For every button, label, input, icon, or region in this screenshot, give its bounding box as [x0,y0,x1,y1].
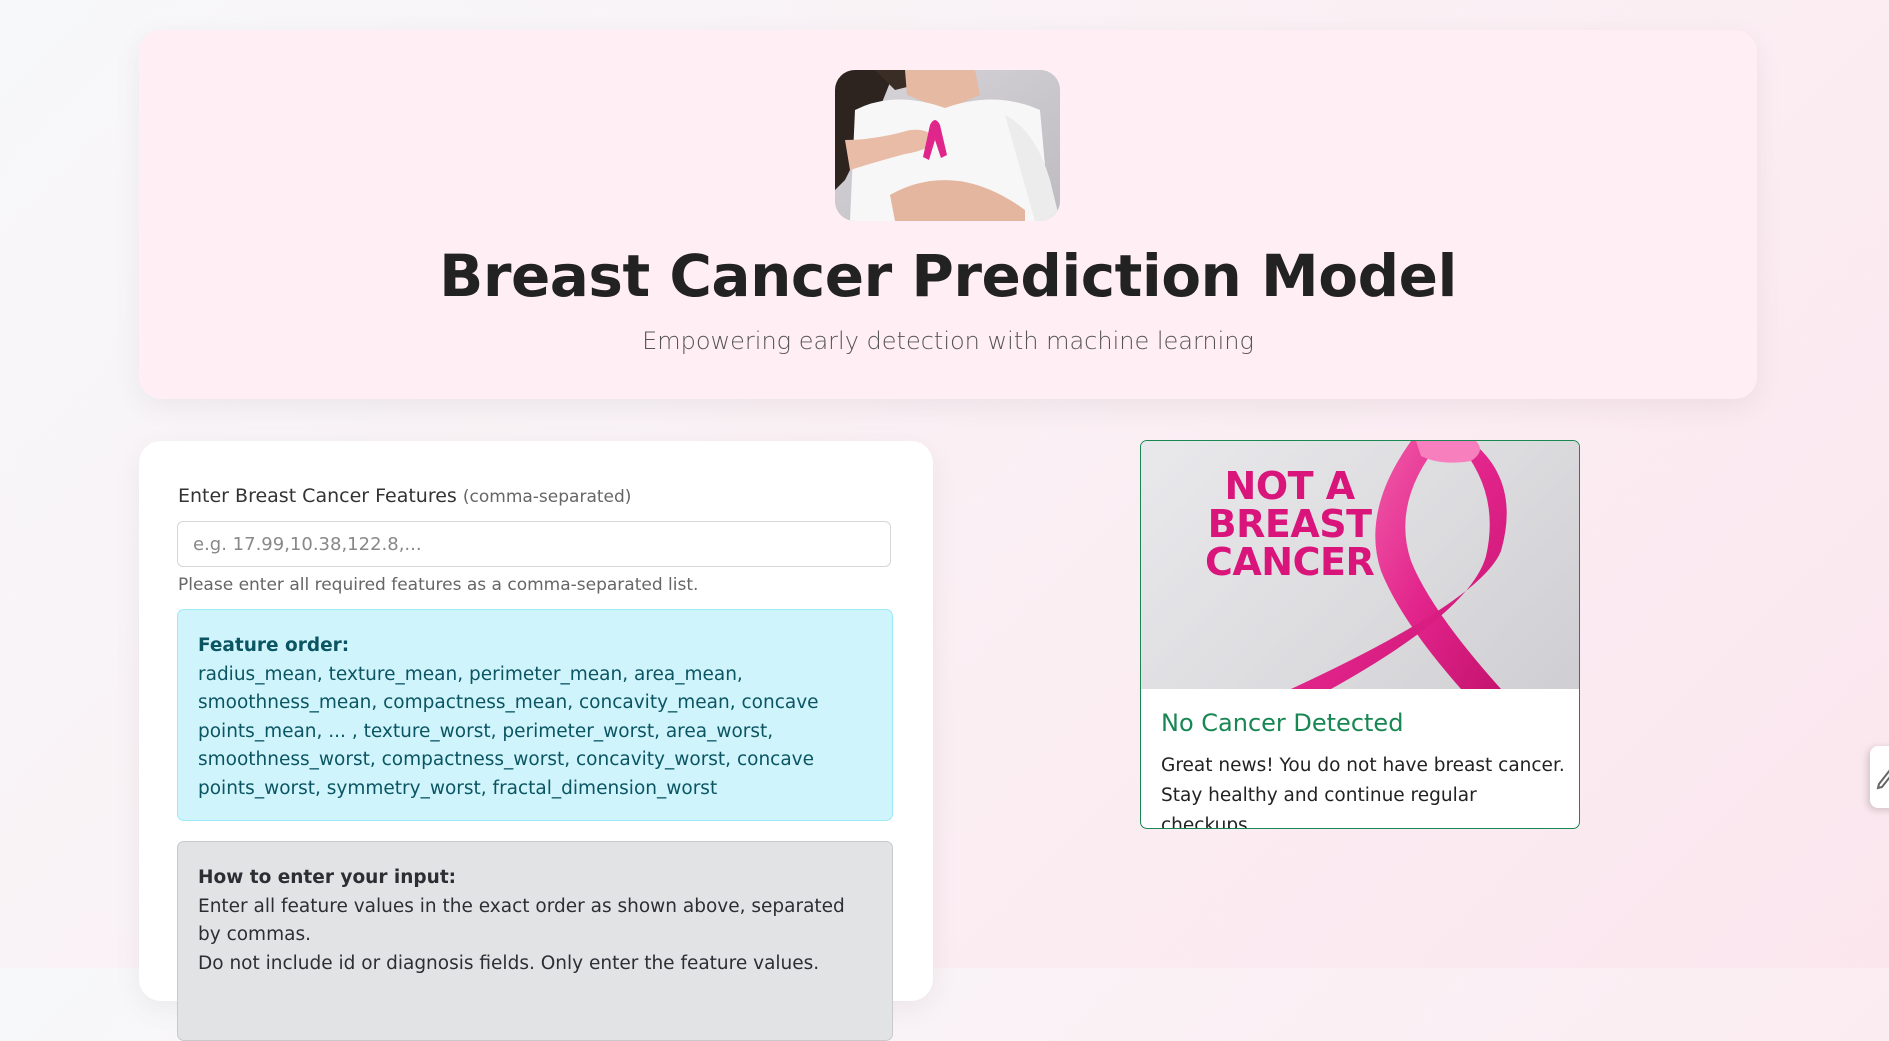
feature-order-alert: Feature order: radius_mean, texture_mean… [177,609,893,821]
features-help-text: Please enter all required features as a … [178,575,699,595]
page-subtitle: Empowering early detection with machine … [642,327,1254,355]
page-title: Breast Cancer Prediction Model [439,242,1457,310]
how-to-input-alert: How to enter your input: Enter all featu… [177,841,893,1041]
woman-with-ribbon-illustration [835,70,1060,221]
features-label-text: Enter Breast Cancer Features [178,485,457,507]
edit-pen-icon [1876,769,1889,790]
result-message: Great news! You do not have breast cance… [1161,755,1565,829]
hero-image [835,70,1060,221]
caption-line-2: BREAST [1207,502,1372,546]
how-to-heading: How to enter your input: [198,867,457,888]
prediction-result-card: NOT A BREAST CANCER No Cancer Detected G… [1140,440,1580,829]
caption-line-3: CANCER [1205,540,1375,584]
features-field-label: Enter Breast Cancer Features (comma-sepa… [178,485,631,507]
feature-order-heading: Feature order: [198,635,350,656]
result-title: No Cancer Detected [1161,709,1404,737]
features-input[interactable] [177,521,891,567]
feature-order-text: radius_mean, texture_mean, perimeter_mea… [198,663,819,799]
caption-line-1: NOT A [1224,464,1356,508]
result-image-caption: NOT A BREAST CANCER [1205,464,1375,584]
how-to-line-2: Do not include id or diagnosis fields. O… [198,952,820,974]
side-feedback-tab[interactable] [1870,746,1889,808]
features-label-hint: (comma-separated) [462,487,632,507]
result-image: NOT A BREAST CANCER [1141,441,1579,689]
how-to-line-1: Enter all feature values in the exact or… [198,895,845,946]
hero-header: Breast Cancer Prediction Model Empowerin… [139,30,1757,399]
feature-input-form: Enter Breast Cancer Features (comma-sepa… [139,441,933,1041]
